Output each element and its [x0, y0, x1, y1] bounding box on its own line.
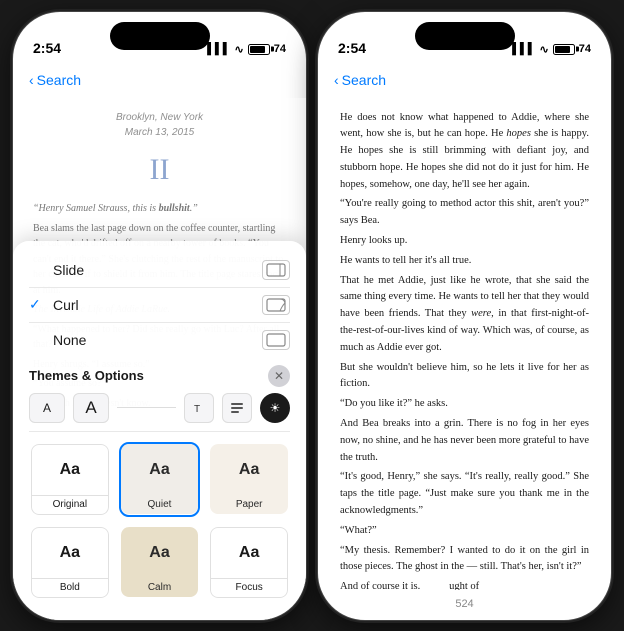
font-style-button[interactable]: T [184, 393, 214, 423]
nav-bar-right: ‹ Search [318, 62, 611, 98]
none-icon [262, 330, 290, 350]
status-icons-right: ▌▌▌ ∿ 74 [512, 43, 591, 56]
theme-focus-preview: Aa [210, 527, 288, 579]
themes-grid: Aa Original Aa Quiet Aa Paper Aa Bold Aa [29, 442, 290, 600]
curl-label: Curl [53, 297, 79, 313]
slide-options: Slide ✓ Curl [29, 253, 290, 357]
theme-original[interactable]: Aa Original [29, 442, 111, 517]
book-para: “It's good, Henry,” she says. “It's real… [340, 469, 589, 519]
theme-focus[interactable]: Aa Focus [208, 525, 290, 600]
curl-icon [262, 295, 290, 315]
time-left: 2:54 [33, 40, 61, 56]
overlay-panel: Slide ✓ Curl [13, 241, 306, 620]
nav-bar-left: ‹ Search [13, 62, 306, 98]
layout-button[interactable] [222, 393, 252, 423]
phone-right: 2:54 ▌▌▌ ∿ 74 ‹ Search He does not know … [317, 11, 612, 621]
svg-text:T: T [194, 404, 200, 415]
theme-bold-preview: Aa [31, 527, 109, 579]
chevron-left-icon: ‹ [29, 72, 34, 88]
slide-option-curl[interactable]: ✓ Curl [29, 288, 290, 323]
book-para: “Do you like it?” he asks. [340, 396, 589, 413]
none-label: None [53, 332, 86, 348]
theme-quiet-label: Quiet [121, 496, 199, 514]
time-right: 2:54 [338, 40, 366, 56]
theme-original-preview: Aa [31, 444, 109, 496]
book-para: He does not know what happened to Addie,… [340, 110, 589, 194]
phone-left: 2:54 ▌▌▌ ∿ 74 ‹ Search Brooklyn, New Yor… [12, 11, 307, 621]
brightness-button[interactable]: ☀ [260, 393, 290, 423]
themes-title: Themes & Options [29, 368, 144, 383]
theme-focus-label: Focus [210, 579, 288, 598]
font-controls: A A T ☀ [29, 393, 290, 432]
slide-option-slide[interactable]: Slide [29, 253, 290, 288]
theme-quiet[interactable]: Aa Quiet [119, 442, 201, 517]
sun-icon: ☀ [270, 401, 281, 415]
book-para: That he met Addie, just like he wrote, t… [340, 273, 589, 357]
battery-percent-right: 74 [579, 43, 591, 55]
signal-icon: ▌▌▌ [207, 43, 230, 55]
book-para: But she wouldn't believe him, so he lets… [340, 360, 589, 394]
wifi-icon-right: ∿ [540, 43, 549, 56]
theme-paper[interactable]: Aa Paper [208, 442, 290, 517]
theme-paper-label: Paper [210, 496, 288, 514]
slide-icon [262, 260, 290, 280]
book-para: “You're really going to method actor thi… [340, 196, 589, 230]
font-decrease-button[interactable]: A [29, 393, 65, 423]
slide-option-none[interactable]: None [29, 323, 290, 357]
font-increase-button[interactable]: A [73, 393, 109, 423]
battery-icon-right [553, 44, 575, 55]
theme-paper-preview: Aa [210, 444, 288, 496]
book-para: And Bea breaks into a grin. There is no … [340, 416, 589, 466]
theme-calm[interactable]: Aa Calm [119, 525, 201, 600]
close-button[interactable]: ✕ [268, 365, 290, 387]
theme-bold[interactable]: Aa Bold [29, 525, 111, 600]
wifi-icon: ∿ [235, 43, 244, 56]
book-para: “My thesis. Remember? I wanted to do it … [340, 543, 589, 577]
back-button-right[interactable]: ‹ Search [334, 72, 386, 88]
battery-icon [248, 44, 270, 55]
book-content-right: He does not know what happened to Addie,… [318, 98, 611, 590]
battery-percent: 74 [274, 43, 286, 55]
dynamic-island-right [415, 22, 515, 50]
theme-bold-label: Bold [31, 579, 109, 598]
theme-quiet-preview: Aa [121, 444, 199, 496]
book-para: “What?” [340, 523, 589, 540]
active-checkmark-icon: ✓ [29, 296, 45, 313]
theme-calm-preview: Aa [121, 527, 199, 579]
book-para: He wants to tell her it's all true. [340, 253, 589, 270]
signal-icon-right: ▌▌▌ [512, 43, 535, 55]
back-button-left[interactable]: ‹ Search [29, 72, 81, 88]
dynamic-island [110, 22, 210, 50]
book-para: Henry looks up. [340, 233, 589, 250]
separator [117, 407, 176, 408]
page-number: 524 [455, 598, 473, 610]
themes-header: Themes & Options ✕ [29, 365, 290, 387]
slide-label: Slide [53, 262, 84, 278]
chevron-left-icon-right: ‹ [334, 72, 339, 88]
status-icons-left: ▌▌▌ ∿ 74 [207, 43, 286, 56]
theme-original-label: Original [31, 496, 109, 515]
theme-calm-label: Calm [121, 579, 199, 597]
book-para: And of course it is. ught of [340, 579, 589, 589]
